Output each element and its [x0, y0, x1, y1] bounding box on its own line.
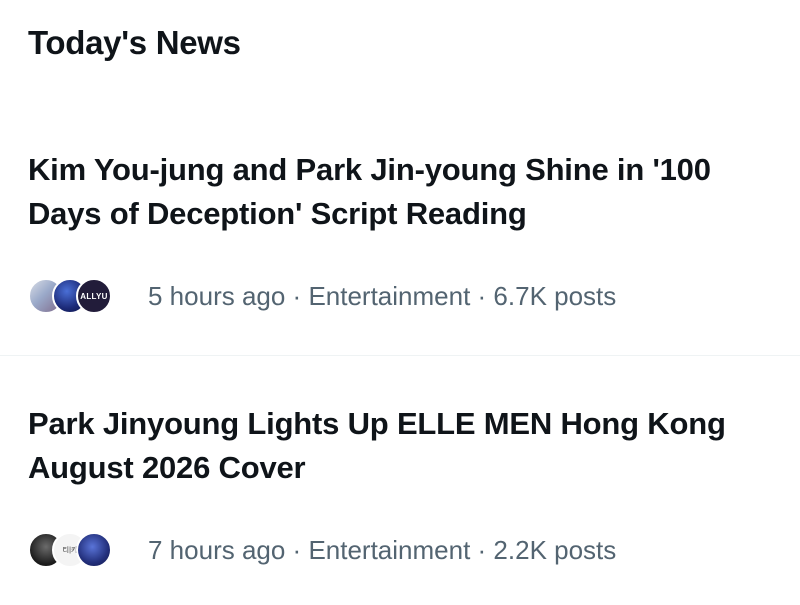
avatar-stack: ALLYU	[28, 278, 148, 314]
news-category: Entertainment	[308, 534, 471, 565]
meta-separator: ·	[470, 534, 494, 565]
news-meta: 7 hours ago · Entertainment · 2.2K posts	[148, 535, 616, 566]
meta-separator: ·	[470, 280, 494, 311]
news-item[interactable]: Park Jinyoung Lights Up ELLE MEN Hong Ko…	[28, 402, 778, 568]
avatar	[76, 532, 112, 568]
news-meta-row: 티|키 7 hours ago · Entertainment · 2.2K p…	[28, 532, 778, 568]
news-meta-row: ALLYU 5 hours ago · Entertainment · 6.7K…	[28, 278, 778, 314]
meta-separator: ·	[285, 280, 309, 311]
news-time: 7 hours ago	[148, 534, 286, 565]
section-title: Today's News	[28, 24, 241, 61]
news-meta: 5 hours ago · Entertainment · 6.7K posts	[148, 281, 616, 312]
news-time: 5 hours ago	[148, 280, 286, 311]
news-post-count: 2.2K posts	[493, 534, 617, 565]
divider	[0, 355, 800, 356]
news-post-count: 6.7K posts	[493, 280, 617, 311]
avatar: ALLYU	[76, 278, 112, 314]
avatar-stack: 티|키	[28, 532, 148, 568]
news-headline[interactable]: Park Jinyoung Lights Up ELLE MEN Hong Ko…	[28, 402, 778, 490]
news-item[interactable]: Kim You-jung and Park Jin-young Shine in…	[28, 148, 778, 314]
meta-separator: ·	[285, 534, 309, 565]
news-headline[interactable]: Kim You-jung and Park Jin-young Shine in…	[28, 148, 778, 236]
news-category: Entertainment	[308, 280, 471, 311]
